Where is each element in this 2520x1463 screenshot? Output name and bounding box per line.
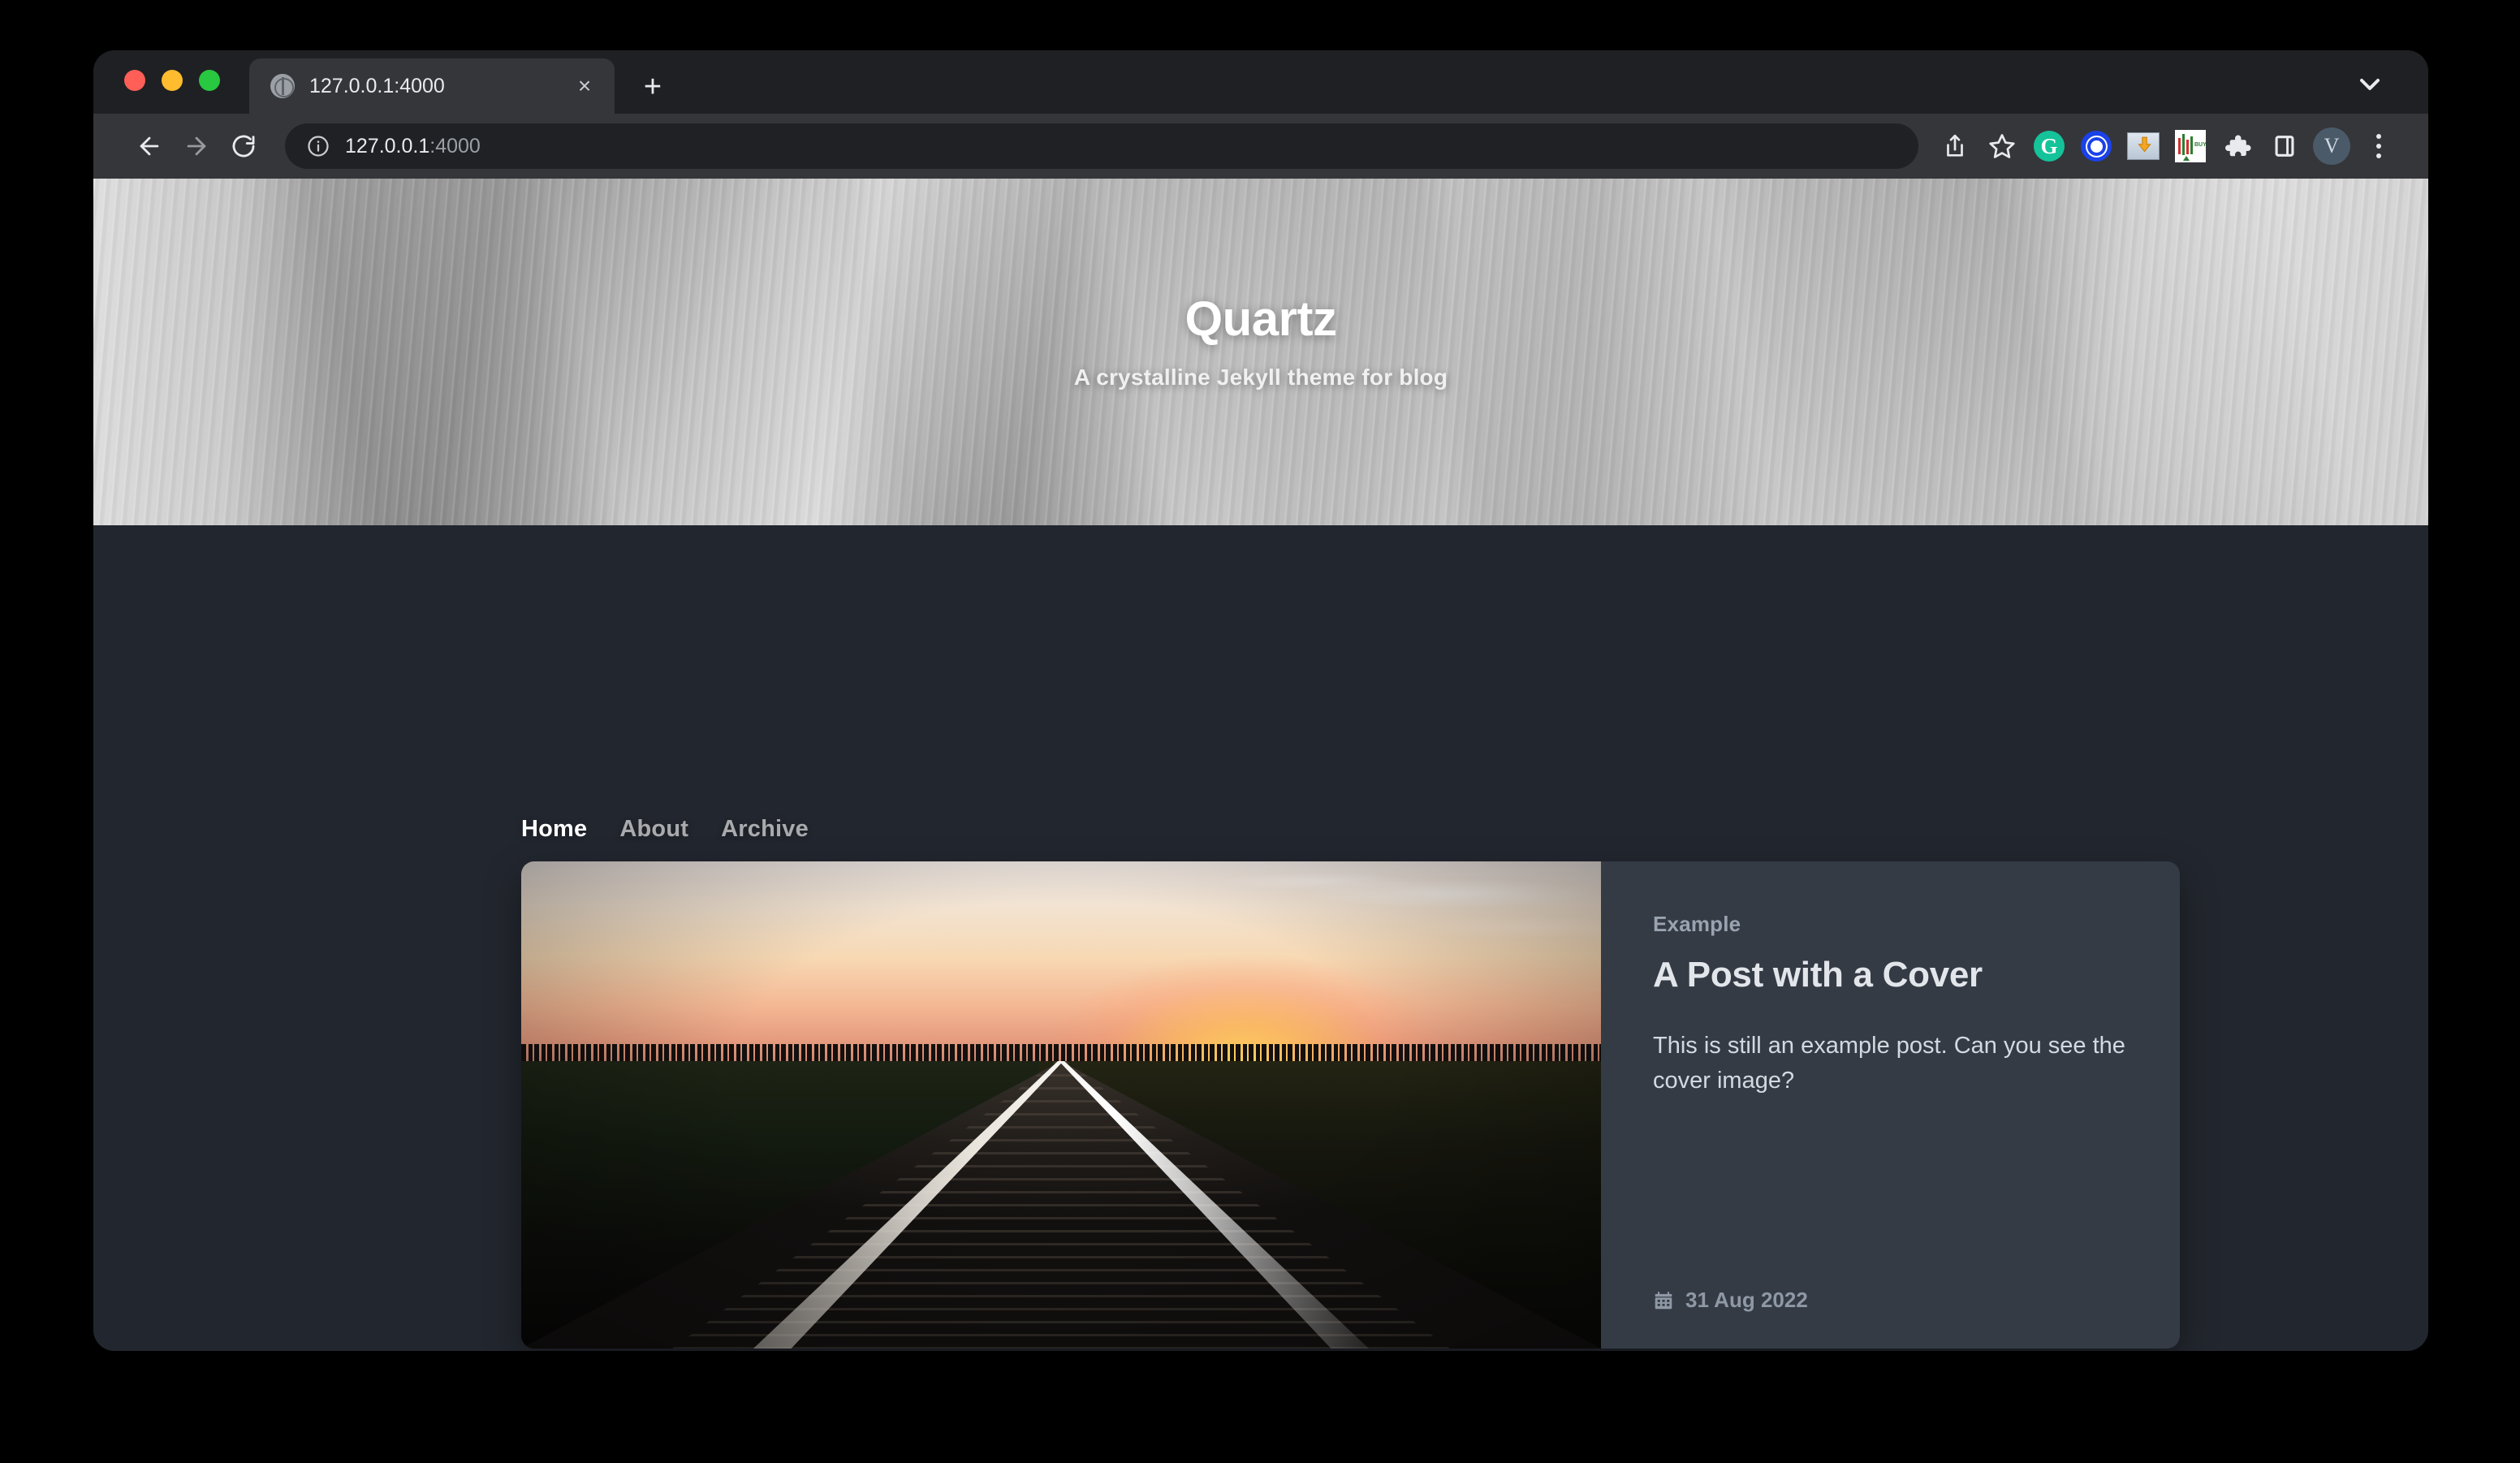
avatar-initial: V: [2313, 127, 2350, 165]
window-traffic-lights: [124, 50, 220, 114]
image-download-glyph: [2127, 132, 2160, 160]
back-button[interactable]: [126, 123, 173, 170]
globe-icon: [270, 74, 295, 98]
image-downloader-extension-icon[interactable]: [2120, 123, 2167, 170]
toolbar-actions: G BUY V: [1931, 123, 2402, 170]
chevron-down-icon[interactable]: [2354, 68, 2386, 101]
site-header: Quartz A crystalline Jekyll theme for bl…: [93, 179, 2428, 525]
calendar-icon: [1653, 1290, 1674, 1311]
blue-circle-glyph: [2081, 131, 2112, 162]
site-tagline: A crystalline Jekyll theme for blog: [1073, 365, 1448, 390]
side-panel-icon[interactable]: [2261, 123, 2308, 170]
post-title[interactable]: A Post with a Cover: [1653, 955, 2128, 996]
window-minimize-button[interactable]: [162, 70, 183, 91]
browser-toolbar: 127.0.0.1:4000 G BUY V: [93, 114, 2428, 179]
tab-title: 127.0.0.1:4000: [309, 74, 445, 97]
info-circle-icon[interactable]: [306, 134, 330, 158]
nav-link-home[interactable]: Home: [521, 816, 587, 843]
site-title: Quartz: [1184, 291, 1337, 346]
address-bar-url: 127.0.0.1:4000: [345, 135, 481, 158]
nav-link-archive[interactable]: Archive: [721, 816, 809, 843]
post-category[interactable]: Example: [1653, 912, 2128, 937]
post-meta: 31 Aug 2022: [1653, 1288, 2128, 1313]
share-icon[interactable]: [1931, 123, 1978, 170]
browser-tab[interactable]: 127.0.0.1:4000 ×: [249, 58, 615, 114]
chrome-menu-icon[interactable]: [2355, 123, 2402, 170]
window-close-button[interactable]: [124, 70, 145, 91]
profile-avatar[interactable]: V: [2308, 123, 2355, 170]
post-excerpt: This is still an example post. Can you s…: [1653, 1032, 2125, 1094]
post-cover-image: [521, 861, 1601, 1349]
site-title-block: Quartz A crystalline Jekyll theme for bl…: [93, 291, 2428, 391]
grammarly-extension-icon[interactable]: G: [2026, 123, 2073, 170]
browser-window: 127.0.0.1:4000 × + 127.0.0.1:4000 G BUY …: [93, 50, 2428, 1351]
grammarly-glyph: G: [2034, 131, 2065, 162]
nav-link-about[interactable]: About: [619, 816, 688, 843]
forward-button[interactable]: [173, 123, 220, 170]
svg-text:BUY: BUY: [2194, 142, 2206, 148]
image-vignette: [521, 861, 1601, 1349]
stock-chart-extension-icon[interactable]: BUY: [2167, 123, 2214, 170]
bookmark-star-icon[interactable]: [1978, 123, 2026, 170]
address-bar[interactable]: 127.0.0.1:4000: [285, 123, 1918, 169]
site-nav: Home About Archive: [521, 816, 809, 843]
stock-chart-glyph: BUY: [2175, 130, 2206, 162]
close-icon[interactable]: ×: [572, 75, 597, 97]
extensions-puzzle-icon[interactable]: [2214, 123, 2261, 170]
blue-circle-extension-icon[interactable]: [2073, 123, 2120, 170]
three-dot-glyph: [2359, 123, 2398, 170]
window-maximize-button[interactable]: [199, 70, 220, 91]
post-date: 31 Aug 2022: [1685, 1288, 1808, 1312]
url-host: 127.0.0.1: [345, 134, 430, 158]
tab-strip: 127.0.0.1:4000 × +: [93, 50, 2428, 114]
post-card-body: Example A Post with a Cover This is stil…: [1601, 861, 2180, 1349]
new-tab-button[interactable]: +: [636, 71, 670, 102]
reload-button[interactable]: [220, 123, 267, 170]
url-port: :4000: [429, 134, 481, 158]
page-viewport: Quartz A crystalline Jekyll theme for bl…: [93, 179, 2428, 1351]
post-card[interactable]: Example A Post with a Cover This is stil…: [521, 861, 2180, 1349]
